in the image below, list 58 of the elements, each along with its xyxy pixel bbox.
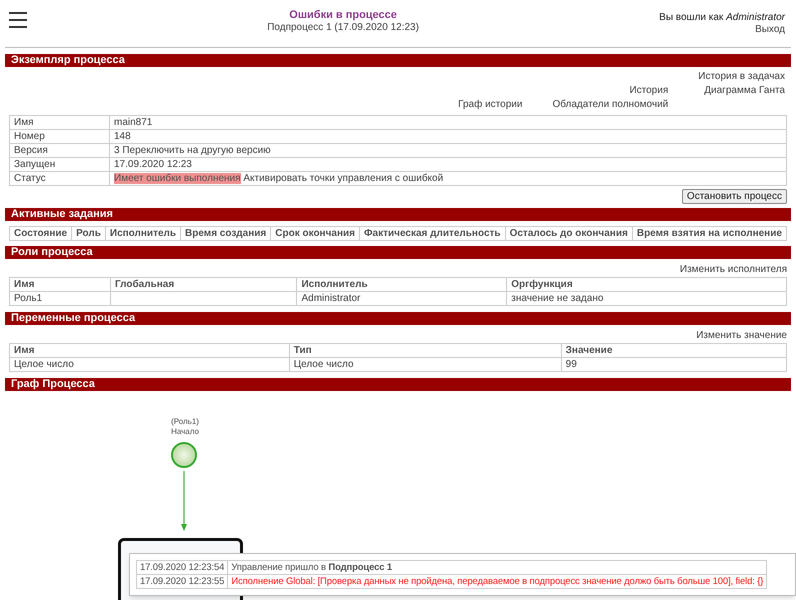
flow-arrow <box>181 471 187 531</box>
column-header: Состояние <box>10 226 72 240</box>
nav-link[interactable]: История <box>629 84 668 98</box>
column-header: Глобальная <box>110 278 297 292</box>
column-header: Исполнитель <box>105 226 181 240</box>
section-header: Переменные процесса <box>5 312 791 325</box>
user-info: Вы вошли как Administrator <box>659 12 785 24</box>
column-header: Значение <box>561 344 786 358</box>
log-time: 17.09.2020 12:23:54 <box>136 560 228 574</box>
column-header: Оргфункция <box>506 278 786 292</box>
action-link[interactable]: Изменить значение <box>696 330 787 342</box>
section-header: Активные задания <box>5 208 791 221</box>
table-cell: значение не задано <box>506 292 786 306</box>
section-header: Граф Процесса <box>5 378 791 391</box>
action-link[interactable]: Изменить исполнителя <box>680 264 787 276</box>
role-label: (Роль1) <box>171 417 199 427</box>
column-header: Время взятия на исполнение <box>632 226 786 240</box>
table-cell: 148 <box>110 130 786 144</box>
log-message: Управление пришло в Подпроцесс 1 <box>228 560 767 574</box>
nav-link[interactable]: История в задачах <box>698 70 785 84</box>
column-header: Фактическая длительность <box>360 226 506 240</box>
column-header: Срок окончания <box>270 226 360 240</box>
nav-link[interactable]: Диаграмма Ганта <box>704 84 785 98</box>
column-header: Осталось до окончания <box>505 226 632 240</box>
table-cell: Целое число <box>10 358 290 372</box>
nav-link[interactable]: Граф истории <box>458 98 522 112</box>
row-label: Запущен <box>10 158 110 172</box>
table-cell: 17.09.2020 12:23 <box>110 158 786 172</box>
start-node[interactable] <box>171 442 197 468</box>
page-title: Ошибки в процессе <box>289 9 397 22</box>
logout-link[interactable]: Выход <box>755 24 785 36</box>
row-label: Номер <box>10 130 110 144</box>
column-header: Тип <box>289 344 562 358</box>
nav-link[interactable]: Обладатели полномочий <box>552 98 668 112</box>
section-header: Экземпляр процесса <box>5 54 791 67</box>
row-label: Имя <box>10 116 110 130</box>
table-cell: Administrator <box>296 292 507 306</box>
column-header: Время создания <box>180 226 271 240</box>
activate-link[interactable]: Активировать точки управления с ошибкой <box>243 173 444 184</box>
table-cell: 3 Переключить на другую версию <box>110 144 786 158</box>
log-message: Исполнение Global: [Проверка данных не пройдена, передаваемое в подпроцесс значение должо быть больше 100], field: {} <box>228 574 767 588</box>
row-label: Версия <box>10 144 110 158</box>
table-cell: Роль1 <box>10 292 110 306</box>
row-label: Статус <box>10 172 110 186</box>
menu-icon[interactable] <box>9 12 27 28</box>
stop-process-button[interactable]: Остановить процесс <box>682 189 787 204</box>
node-label: Начало <box>171 427 199 437</box>
column-header: Исполнитель <box>296 278 507 292</box>
column-header: Имя <box>10 278 110 292</box>
section-header: Роли процесса <box>5 246 791 259</box>
page-subtitle: Подпроцесс 1 (17.09.2020 12:23) <box>267 22 419 34</box>
table-cell: 99 <box>561 358 786 372</box>
log-time: 17.09.2020 12:23:55 <box>136 574 228 588</box>
table-cell: Целое число <box>289 358 562 372</box>
table-cell: main871 <box>110 116 786 130</box>
status-badge: Имеет ошибки выполнения <box>114 173 241 184</box>
column-header: Роль <box>72 226 106 240</box>
column-header: Имя <box>10 344 290 358</box>
